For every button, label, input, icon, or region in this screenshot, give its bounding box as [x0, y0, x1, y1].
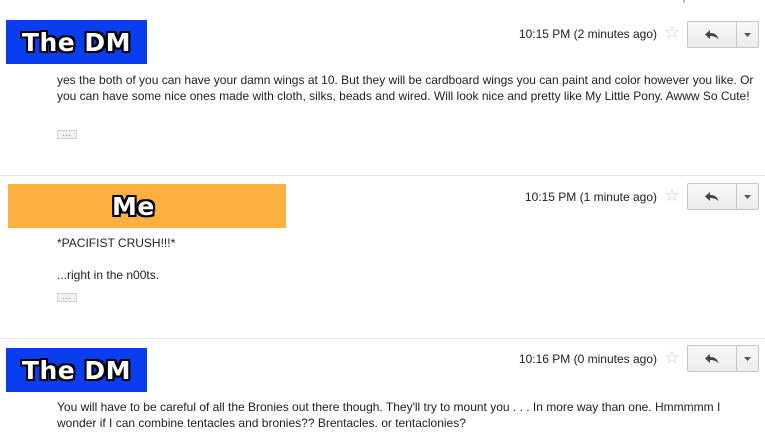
message-card: Me 10:15 PM (1 minute ago) ☆ *PACIFIST C… — [0, 176, 765, 338]
message-body: yes the both of you can have your damn w… — [57, 72, 757, 104]
more-options-button[interactable] — [737, 345, 759, 372]
reply-arrow-icon — [705, 353, 719, 363]
sender-banner-me: Me — [8, 184, 286, 228]
message-paragraph: ...right in the n00ts. — [57, 268, 160, 282]
message-card: The DM 10:15 PM (2 minutes ago) ☆ yes th… — [0, 8, 765, 174]
star-icon[interactable]: ☆ — [664, 349, 680, 366]
message-paragraph: yes the both of you can have your damn w… — [57, 73, 754, 103]
message-timestamp: 10:16 PM (0 minutes ago) — [518, 352, 657, 366]
sender-banner-dm: The DM — [6, 20, 147, 64]
sender-banner-dm: The DM — [6, 348, 147, 392]
show-trimmed-content-button[interactable]: ... — [57, 292, 77, 302]
message-timestamp: 10:15 PM (2 minutes ago) — [518, 27, 657, 41]
sender-name: Me — [112, 191, 155, 221]
sender-name: The DM — [21, 27, 132, 57]
reply-button[interactable] — [687, 345, 738, 372]
message-body: *PACIFIST CRUSH!!!* ...right in the n00t… — [57, 235, 757, 283]
more-options-button[interactable] — [737, 21, 759, 48]
dropdown-caret-icon — [744, 32, 752, 37]
message-body: You will have to be careful of all the B… — [57, 399, 757, 431]
message-card: The DM 10:16 PM (0 minutes ago) ☆ You wi… — [0, 340, 765, 435]
star-icon[interactable]: ☆ — [664, 24, 680, 41]
dropdown-caret-icon — [744, 194, 752, 199]
reply-arrow-icon — [705, 191, 719, 201]
message-divider — [0, 338, 765, 339]
message-timestamp: 10:15 PM (1 minute ago) — [524, 190, 657, 204]
message-paragraph: *PACIFIST CRUSH!!!* — [57, 236, 176, 250]
message-paragraph: You will have to be careful of all the B… — [57, 400, 721, 430]
reply-controls — [687, 183, 759, 210]
star-icon[interactable]: ☆ — [664, 187, 680, 204]
reply-arrow-icon — [705, 29, 719, 39]
reply-controls — [687, 21, 759, 48]
dropdown-caret-icon — [744, 356, 752, 361]
show-trimmed-content-button[interactable]: ... — [57, 129, 77, 139]
reply-button[interactable] — [687, 183, 738, 210]
more-options-button[interactable] — [737, 183, 759, 210]
edge-mark — [683, 0, 685, 3]
reply-button[interactable] — [687, 21, 738, 48]
sender-name: The DM — [21, 355, 132, 385]
reply-controls — [687, 345, 759, 372]
